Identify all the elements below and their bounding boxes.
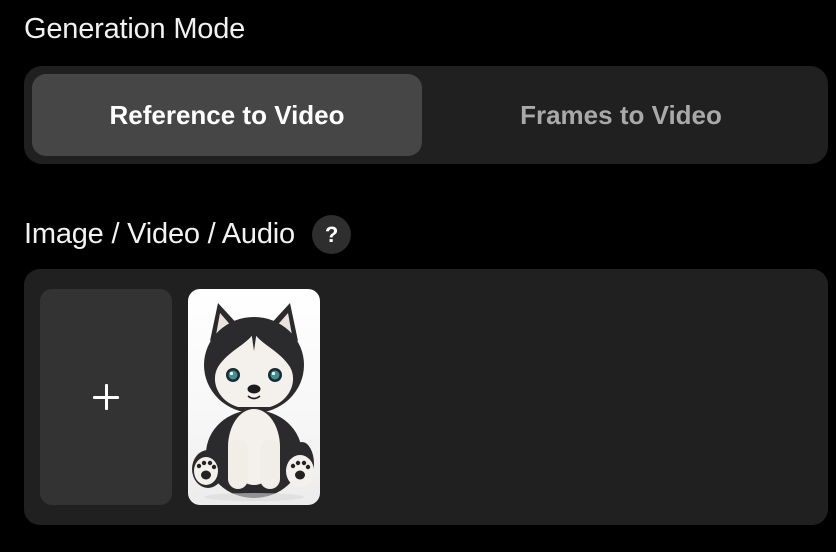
generation-mode-toggle: Reference to Video Frames to Video [24,66,828,164]
add-media-button[interactable] [40,289,172,505]
question-mark-icon[interactable]: ? [311,215,351,254]
tab-reference-to-video[interactable]: Reference to Video [32,74,422,156]
husky-plush-image [192,303,314,501]
media-title: Image / Video / Audio [24,218,295,250]
media-upload-panel [24,269,828,525]
generation-mode-title: Generation Mode [24,13,246,45]
tab-frames-to-video[interactable]: Frames to Video [422,74,820,156]
media-thumbnail[interactable] [188,289,320,505]
plus-icon [93,384,119,410]
media-section-header: Image / Video / Audio ? [24,215,351,254]
